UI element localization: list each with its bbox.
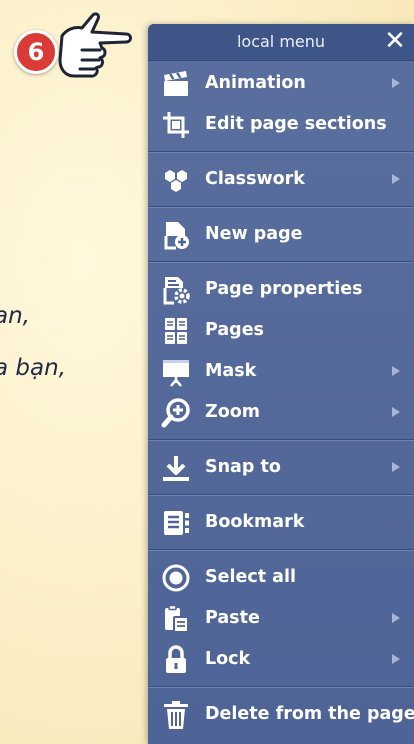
download-arrow-icon (160, 452, 192, 484)
menu-item-animation[interactable]: Animation (148, 63, 414, 104)
zoom-in-icon (160, 397, 192, 429)
lock-icon (160, 644, 192, 676)
menu-item-label: Bookmark (205, 512, 305, 532)
background-text-line-2: a bạn, (0, 355, 66, 381)
local-context-menu: local menu ✕ Animation Edit page section… (148, 24, 414, 744)
menu-item-mask[interactable]: Mask (148, 351, 414, 392)
pointing-hand-icon (58, 12, 132, 78)
submenu-arrow-icon (392, 78, 400, 88)
menu-item-label: Delete from the page (205, 704, 414, 724)
menu-item-label: New page (205, 224, 303, 244)
mask-screen-icon (160, 356, 192, 388)
menu-item-new-page[interactable]: New page (148, 214, 414, 255)
crop-frame-icon (160, 109, 192, 141)
menu-item-label: Snap to (205, 457, 281, 477)
menu-separator (148, 494, 414, 496)
menu-item-classwork[interactable]: Classwork (148, 159, 414, 200)
page-settings-icon (160, 274, 192, 306)
radio-target-icon (160, 562, 192, 594)
background-text-line-1: ạn, (0, 303, 30, 329)
clapperboard-icon (160, 68, 192, 100)
menu-item-snap-to[interactable]: Snap to (148, 447, 414, 488)
hexagons-icon (160, 164, 192, 196)
menu-item-lock[interactable]: Lock (148, 639, 414, 680)
menu-item-delete-from-page[interactable]: Delete from the page (148, 694, 414, 735)
menu-item-label: Page properties (205, 279, 363, 299)
menu-item-label: Paste (205, 608, 260, 628)
menu-item-label: Animation (205, 73, 306, 93)
menu-separator (148, 549, 414, 551)
menu-separator (148, 151, 414, 153)
menu-title: local menu (236, 32, 326, 51)
submenu-arrow-icon (392, 366, 400, 376)
menu-header: local menu ✕ (148, 24, 414, 61)
menu-item-pages[interactable]: Pages (148, 310, 414, 351)
menu-item-label: Pages (205, 320, 264, 340)
menu-item-label: Lock (205, 649, 251, 669)
menu-separator (148, 439, 414, 441)
pages-grid-icon (160, 315, 192, 347)
submenu-arrow-icon (392, 174, 400, 184)
bookmark-icon (160, 507, 192, 539)
menu-item-label: Select all (205, 567, 296, 587)
menu-separator (148, 686, 414, 688)
close-icon[interactable]: ✕ (382, 28, 408, 54)
submenu-arrow-icon (392, 462, 400, 472)
trash-icon (160, 699, 192, 731)
menu-item-zoom[interactable]: Zoom (148, 392, 414, 433)
menu-item-label: Edit page sections (205, 114, 387, 134)
menu-separator (148, 206, 414, 208)
menu-item-edit-page-sections[interactable]: Edit page sections (148, 104, 414, 145)
menu-item-label: Zoom (205, 402, 260, 422)
menu-item-select-all[interactable]: Select all (148, 557, 414, 598)
clipboard-icon (160, 603, 192, 635)
menu-item-paste[interactable]: Paste (148, 598, 414, 639)
menu-item-label: Mask (205, 361, 257, 381)
submenu-arrow-icon (392, 654, 400, 664)
menu-item-page-properties[interactable]: Page properties (148, 269, 414, 310)
menu-item-bookmark[interactable]: Bookmark (148, 502, 414, 543)
menu-item-label: Classwork (205, 169, 305, 189)
new-page-icon (160, 219, 192, 251)
menu-separator (148, 261, 414, 263)
submenu-arrow-icon (392, 407, 400, 417)
submenu-arrow-icon (392, 613, 400, 623)
